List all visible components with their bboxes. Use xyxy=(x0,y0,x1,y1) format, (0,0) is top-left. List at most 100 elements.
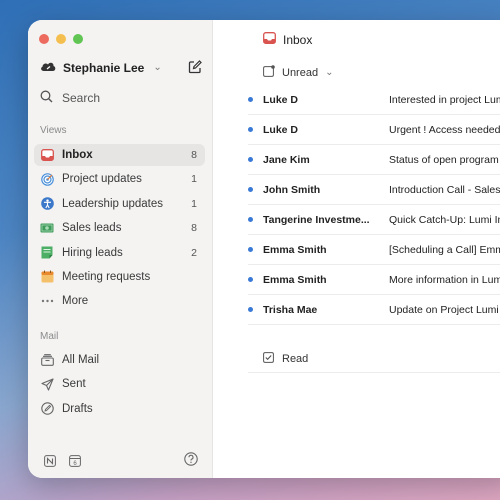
sidebar-item-label: Inbox xyxy=(62,149,93,161)
account-name: Stephanie Lee xyxy=(63,60,145,75)
read-section-toggle[interactable]: Read xyxy=(263,352,308,366)
sidebar-item-label: Project updates xyxy=(62,173,142,186)
count-badge: 1 xyxy=(191,173,197,186)
message-subject: Urgent ! Access needed xyxy=(389,123,500,136)
message-row[interactable]: John Smith Introduction Call - Sales xyxy=(248,175,500,205)
inbox-icon xyxy=(40,148,54,162)
count-badge: 8 xyxy=(191,149,197,161)
sidebar-item-more[interactable]: More xyxy=(34,290,205,312)
checkbox-icon xyxy=(263,352,274,366)
sidebar-item-inbox[interactable]: Inbox 8 xyxy=(34,144,205,166)
unread-dot-icon xyxy=(248,307,253,312)
page-title-text: Inbox xyxy=(283,32,313,47)
search-button[interactable]: Search xyxy=(40,90,100,106)
help-icon[interactable] xyxy=(184,452,198,471)
target-icon xyxy=(40,172,54,186)
divider xyxy=(248,372,500,373)
sidebar-footer: 6 xyxy=(40,452,205,468)
message-sender: Emma Smith xyxy=(263,273,327,286)
search-icon xyxy=(40,90,53,106)
draft-icon xyxy=(40,402,54,416)
money-icon xyxy=(40,221,54,235)
zoom-window-button[interactable] xyxy=(73,34,83,44)
sidebar-item-meeting-requests[interactable]: Meeting requests xyxy=(34,266,205,288)
calendar-app-icon[interactable]: 6 xyxy=(69,454,81,472)
unread-section-toggle[interactable]: Unread ⌄ xyxy=(263,65,333,80)
sidebar-item-project-updates[interactable]: Project updates 1 xyxy=(34,168,205,190)
message-subject: Status of open program xyxy=(389,153,499,166)
minimize-window-button[interactable] xyxy=(56,34,66,44)
search-label: Search xyxy=(62,91,101,105)
message-subject: Interested in project Lumi xyxy=(389,93,500,106)
message-row[interactable]: Luke D Interested in project Lumi xyxy=(248,85,500,115)
more-icon xyxy=(40,294,54,308)
compose-icon[interactable] xyxy=(188,60,202,74)
unread-dot-icon xyxy=(248,127,253,132)
app-logo-icon[interactable] xyxy=(44,454,56,472)
message-sender: Tangerine Investme... xyxy=(263,213,370,226)
page-title: Inbox xyxy=(263,32,312,47)
sidebar-item-label: All Mail xyxy=(62,354,100,366)
sidebar-item-drafts[interactable]: Drafts xyxy=(34,398,205,420)
chevron-down-icon: ⌄ xyxy=(153,62,162,73)
chevron-down-icon: ⌄ xyxy=(325,67,334,78)
message-row[interactable]: Emma Smith [Scheduling a Call] Emm xyxy=(248,235,500,265)
mail-list: All Mail Sent Drafts xyxy=(34,349,205,422)
unread-label: Unread xyxy=(282,66,319,79)
message-sender: Luke D xyxy=(263,93,299,106)
account-switcher[interactable]: Stephanie Lee ⌄ xyxy=(40,60,162,75)
sidebar-item-label: Drafts xyxy=(62,402,93,415)
archive-icon xyxy=(40,353,54,367)
message-subject: [Scheduling a Call] Emm xyxy=(389,243,500,256)
person-icon xyxy=(40,197,54,211)
message-sender: Luke D xyxy=(263,123,299,136)
unread-icon xyxy=(263,65,275,80)
message-subject: More information in Lum xyxy=(389,273,500,286)
message-sender: John Smith xyxy=(263,183,321,196)
count-badge: 8 xyxy=(191,222,197,235)
count-badge: 2 xyxy=(191,246,197,259)
sidebar-item-hiring-leads[interactable]: Hiring leads 2 xyxy=(34,242,205,264)
inbox-icon xyxy=(263,32,276,47)
message-list: Luke D Interested in project Lumi Luke D Ur… xyxy=(248,85,500,325)
sidebar-item-label: Leadership updates xyxy=(62,197,164,210)
message-list-pane: Inbox Unread ⌄ Luke D Interested in proje… xyxy=(213,20,500,478)
unread-dot-icon xyxy=(248,277,253,282)
sidebar: Stephanie Lee ⌄ Search Views Inbox 8 Pro… xyxy=(28,20,213,478)
unread-dot-icon xyxy=(248,217,253,222)
message-row[interactable]: Jane Kim Status of open program xyxy=(248,145,500,175)
unread-dot-icon xyxy=(248,97,253,102)
unread-dot-icon xyxy=(248,157,253,162)
note-icon xyxy=(40,246,54,260)
message-sender: Jane Kim xyxy=(263,153,310,166)
message-subject: Introduction Call - Sales xyxy=(389,183,500,196)
views-list: Inbox 8 Project updates 1 Leadership upd… xyxy=(34,144,205,315)
sidebar-item-label: More xyxy=(62,295,89,308)
sidebar-item-label: Sent xyxy=(62,378,86,391)
sidebar-item-sales-leads[interactable]: Sales leads 8 xyxy=(34,217,205,239)
mail-heading: Mail xyxy=(40,331,59,342)
sidebar-item-sent[interactable]: Sent xyxy=(34,373,205,395)
message-row[interactable]: Trisha Mae Update on Project Lumi xyxy=(248,295,500,325)
close-window-button[interactable] xyxy=(39,34,49,44)
cloud-account-icon xyxy=(40,60,56,75)
sidebar-item-leadership-updates[interactable]: Leadership updates 1 xyxy=(34,193,205,215)
message-row[interactable]: Luke D Urgent ! Access needed xyxy=(248,115,500,145)
sidebar-item-label: Hiring leads xyxy=(62,246,123,259)
window-controls xyxy=(39,34,83,44)
sidebar-item-label: Sales leads xyxy=(62,222,122,235)
message-sender: Emma Smith xyxy=(263,243,327,256)
unread-dot-icon xyxy=(248,187,253,192)
sidebar-item-all-mail[interactable]: All Mail xyxy=(34,349,205,371)
message-subject: Quick Catch-Up: Lumi In xyxy=(389,213,500,226)
app-window: Stephanie Lee ⌄ Search Views Inbox 8 Pro… xyxy=(28,20,500,478)
read-label: Read xyxy=(282,353,309,365)
message-subject: Update on Project Lumi xyxy=(389,303,499,316)
count-badge: 1 xyxy=(191,197,197,210)
message-row[interactable]: Emma Smith More information in Lum xyxy=(248,265,500,295)
message-sender: Trisha Mae xyxy=(263,303,318,316)
send-icon xyxy=(40,377,54,391)
unread-dot-icon xyxy=(248,247,253,252)
message-row[interactable]: Tangerine Investme... Quick Catch-Up: Lum… xyxy=(248,205,500,235)
sidebar-item-label: Meeting requests xyxy=(62,270,151,283)
